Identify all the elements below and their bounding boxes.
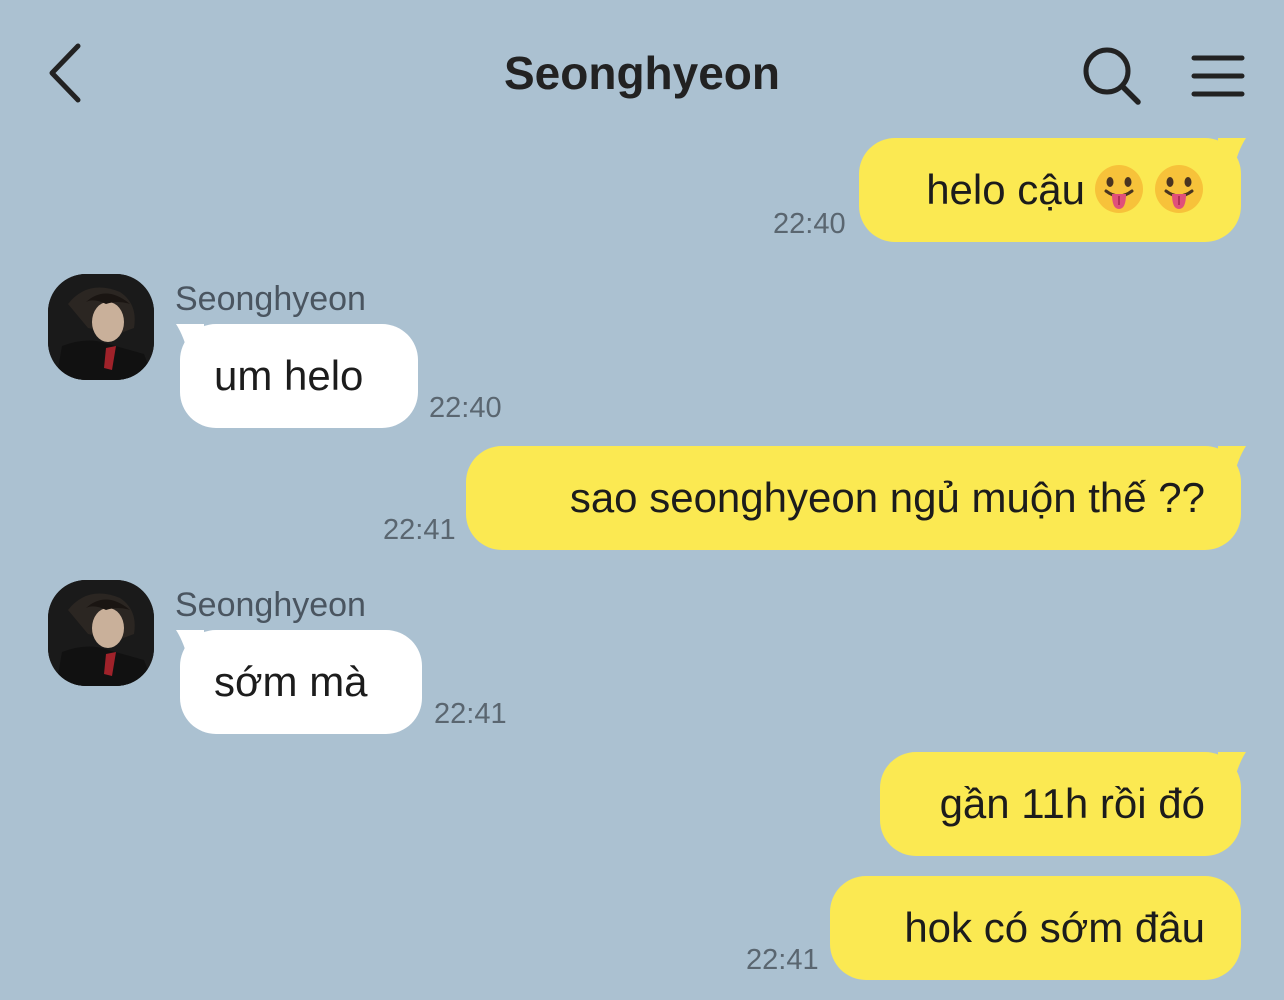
message-text: hok có sớm đâu xyxy=(904,904,1205,951)
avatar[interactable] xyxy=(48,274,154,380)
search-icon xyxy=(1083,47,1141,105)
incoming-message-bubble[interactable]: um helo xyxy=(180,324,418,428)
message-text: sao seonghyeon ngủ muộn thế ?? xyxy=(569,474,1205,521)
message-text: helo cậu xyxy=(926,166,1085,213)
message-time: 22:40 xyxy=(773,208,846,240)
incoming-message-bubble[interactable]: sớm mà xyxy=(180,630,422,734)
message-time: 22:41 xyxy=(746,944,819,976)
outgoing-message-bubble[interactable]: helo cậu xyxy=(859,138,1241,242)
message-text: um helo xyxy=(214,352,364,399)
search-button[interactable] xyxy=(1080,44,1144,108)
profile-photo xyxy=(48,580,154,686)
menu-icon xyxy=(1191,55,1245,97)
bubble-tail xyxy=(176,630,204,666)
bubble-tail xyxy=(1218,752,1246,788)
sender-name: Seonghyeon xyxy=(175,586,366,624)
menu-button[interactable] xyxy=(1188,48,1248,104)
tongue-face-icon xyxy=(1155,164,1203,213)
outgoing-message-bubble[interactable]: gần 11h rồi đó xyxy=(880,752,1241,856)
message-time: 22:41 xyxy=(383,514,456,546)
profile-photo xyxy=(48,274,154,380)
bubble-tail xyxy=(1218,138,1246,174)
bubble-tail xyxy=(1218,446,1246,482)
sender-name: Seonghyeon xyxy=(175,280,366,318)
tongue-face-icon xyxy=(1095,164,1143,213)
message-time: 22:40 xyxy=(429,392,502,424)
chat-header: Seonghyeon xyxy=(0,0,1284,140)
bubble-tail xyxy=(176,324,204,360)
message-text: sớm mà xyxy=(214,658,368,705)
outgoing-message-bubble[interactable]: sao seonghyeon ngủ muộn thế ?? xyxy=(466,446,1241,550)
outgoing-message-bubble[interactable]: hok có sớm đâu xyxy=(830,876,1241,980)
message-text: gần 11h rồi đó xyxy=(939,780,1205,827)
message-time: 22:41 xyxy=(434,698,507,730)
avatar[interactable] xyxy=(48,580,154,686)
